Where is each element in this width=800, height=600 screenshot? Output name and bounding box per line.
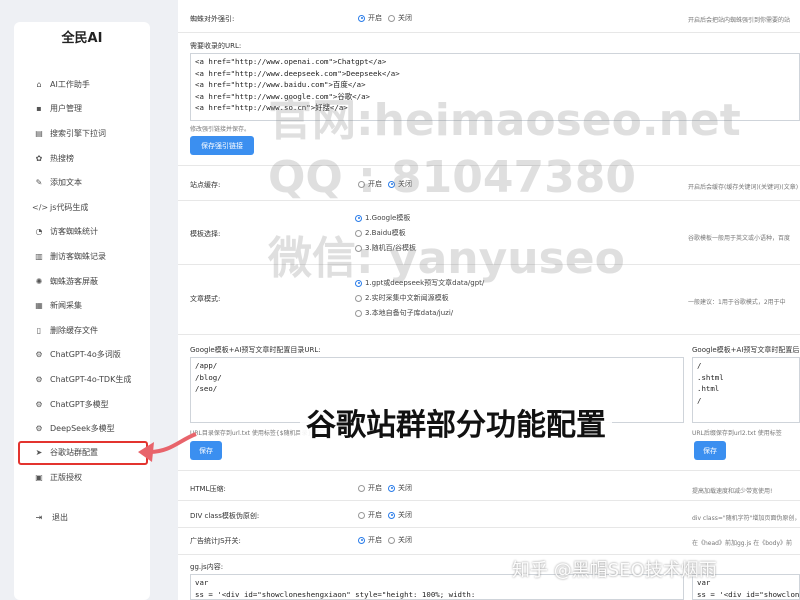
pointer-arrow-icon [138, 432, 197, 462]
sidebar-item-7[interactable]: ▥ 删访客蜘蛛记录 [14, 244, 150, 269]
sidebar-item-8[interactable]: ✺ 蜘蛛游客屏蔽 [14, 269, 150, 294]
overlay-title: 谷歌站群部分功能配置 [300, 400, 612, 444]
save-ext-button[interactable]: 保存 [694, 441, 726, 460]
article-opt3[interactable]: 3.本地自备句子库data/juzi/ [355, 308, 453, 318]
links-label: 需要收录的URL: [190, 42, 242, 50]
sidebar-item-icon: ▤ [35, 128, 43, 138]
sidebar-item-icon: ▪ [36, 104, 42, 114]
sidebar-item-2[interactable]: ▤ 搜索引擎下拉词 [14, 121, 150, 146]
sidebar-item-label: 正版授权 [50, 472, 82, 482]
sidebar-item-label: 添加文本 [50, 178, 82, 188]
logout-icon: ⇥ [35, 513, 43, 522]
div-class-on[interactable]: 开启 [358, 510, 382, 520]
sidebar-item-label: 谷歌站群配置 [50, 448, 98, 458]
html-compress-off[interactable]: 关闭 [388, 483, 412, 493]
article-label: 文章模式: [190, 295, 221, 303]
html-compress-hint: 提高加载速度和减少带宽使用! [692, 488, 773, 495]
sidebar-item-icon: ⌂ [36, 79, 42, 89]
sidebar-item-5[interactable]: </> js代码生成 [14, 195, 150, 220]
article-hint: 一般建议：1用于谷歌模式，2用于中 [688, 299, 786, 306]
watermark-qq: QQ : 81047380 [268, 152, 636, 203]
html-compress-label: HTML压缩: [190, 485, 226, 493]
watermark-wechat: 微信: yanyuseo [268, 233, 625, 284]
app-brand: 全民AI [61, 31, 103, 46]
ad-js-on[interactable]: 开启 [358, 535, 382, 545]
sidebar-item-icon: ⚙ [35, 374, 43, 384]
spider-redirect-off[interactable]: 关闭 [388, 13, 412, 23]
spider-redirect-label: 蜘蛛对外强引: [190, 15, 235, 23]
zhihu-credit: 知乎 @黑帽SEO技术烟雨 [512, 560, 717, 581]
template-label: 模板选择: [190, 230, 221, 238]
sidebar-item-icon: ✿ [35, 153, 43, 163]
sidebar-item-12[interactable]: ⚙ ChatGPT-4o-TDK生成 [14, 367, 150, 392]
sidebar-item-3[interactable]: ✿ 热搜榜 [14, 146, 150, 171]
sidebar-item-icon: ✎ [35, 178, 43, 188]
template-hint: 谷歌模板一般用于英文或小语种，百度 [688, 235, 791, 242]
div-class-label: DIV class模板伪原创: [190, 512, 260, 520]
sidebar-item-label: 热搜榜 [50, 153, 74, 163]
sidebar-item-label: js代码生成 [50, 202, 89, 212]
article-opt2[interactable]: 2.实时采集中文新闻源模板 [355, 293, 449, 303]
save-links-button[interactable]: 保存强引链接 [190, 136, 254, 155]
sidebar-item-6[interactable]: ◔ 访客蜘蛛统计 [14, 220, 150, 245]
sidebar-item-label: DeepSeek多模型 [50, 424, 115, 434]
watermark-website: 官网:heimaoseo.net [268, 95, 741, 146]
sidebar-item-label: 蜘蛛游客屏蔽 [50, 276, 98, 286]
sidebar-item-icon: ◔ [35, 227, 43, 237]
spider-redirect-hint: 开启后会把站内蜘蛛强引到你需要的站 [688, 17, 791, 24]
spider-redirect-on[interactable]: 开启 [358, 13, 382, 23]
dirs-label: Google模板+AI预写文章时配置目录URL: [190, 346, 321, 354]
logout-button[interactable]: ⇥ 退出 [14, 512, 150, 523]
links-hint: 修改强引链接并保存。 [190, 126, 251, 133]
sidebar-item-label: AI工作助手 [50, 79, 90, 89]
cache-hint: 开启后会缓存(缓存关键词)(关键词)(文章) [688, 184, 799, 191]
sidebar-item-icon: </> [32, 202, 49, 212]
sidebar-item-icon: ▣ [35, 472, 43, 482]
sidebar-item-0[interactable]: ⌂ AI工作助手 [14, 72, 150, 97]
ad-js-off[interactable]: 关闭 [388, 535, 412, 545]
div-class-hint: div class="随机字符"增加页面伪原创，黑 [692, 515, 800, 522]
sidebar-item-icon: ⚙ [35, 424, 43, 434]
sidebar-item-label: 删除缓存文件 [50, 325, 98, 335]
sidebar-item-label: 用户管理 [50, 104, 82, 114]
sidebar-item-label: ChatGPT-4o-TDK生成 [50, 374, 132, 384]
sidebar-item-label: ChatGPT多模型 [50, 399, 109, 409]
sidebar-item-icon: ▥ [35, 251, 43, 261]
sidebar-item-icon: ⚙ [35, 399, 43, 409]
sidebar-item-icon: ➤ [35, 448, 43, 458]
sidebar-item-icon: ▦ [35, 301, 43, 311]
ad-js-label: 广告统计JS开关: [190, 537, 241, 545]
sidebar-item-10[interactable]: ▯ 删除缓存文件 [14, 318, 150, 343]
sidebar-item-11[interactable]: ⚙ ChatGPT-4o多词版 [14, 343, 150, 368]
sidebar-nav: ⌂ AI工作助手 ▪ 用户管理 ▤ 搜索引擎下拉词 ✿ 热搜榜 ✎ 添加文本 </> js代码生成 ◔ 访… [14, 72, 150, 490]
ext-label: Google模板+AI预写文章时配置后 [692, 346, 800, 354]
sidebar-item-9[interactable]: ▦ 新闻采集 [14, 293, 150, 318]
sidebar-item-label: ChatGPT-4o多词版 [50, 350, 121, 360]
sidebar-item-1[interactable]: ▪ 用户管理 [14, 97, 150, 122]
sidebar-item-label: 搜索引擎下拉词 [50, 128, 106, 138]
js-content-label: gg.js内容: [190, 563, 224, 571]
div-class-off[interactable]: 关闭 [388, 510, 412, 520]
ext-hint: URL后缀保存到url2.txt 使用标签 [692, 430, 782, 437]
sidebar-item-13[interactable]: ⚙ ChatGPT多模型 [14, 392, 150, 417]
sidebar-item-icon: ▯ [36, 325, 42, 335]
sidebar-item-15[interactable]: ➤ 谷歌站群配置 [18, 440, 148, 465]
sidebar-item-icon: ✺ [35, 276, 43, 286]
sidebar-item-4[interactable]: ✎ 添加文本 [14, 170, 150, 195]
sidebar-item-label: 删访客蜘蛛记录 [50, 251, 106, 261]
sidebar-item-label: 新闻采集 [50, 301, 82, 311]
cache-label: 站点缓存: [190, 181, 221, 189]
sidebar-item-label: 访客蜘蛛统计 [50, 227, 98, 237]
html-compress-on[interactable]: 开启 [358, 483, 382, 493]
logout-label: 退出 [52, 513, 68, 522]
sidebar-item-icon: ⚙ [35, 350, 43, 360]
ext-textarea[interactable]: / .shtml .html / [692, 357, 800, 423]
ad-js-hint: 在《head》前加gg.js 在《body》前 [692, 540, 793, 547]
